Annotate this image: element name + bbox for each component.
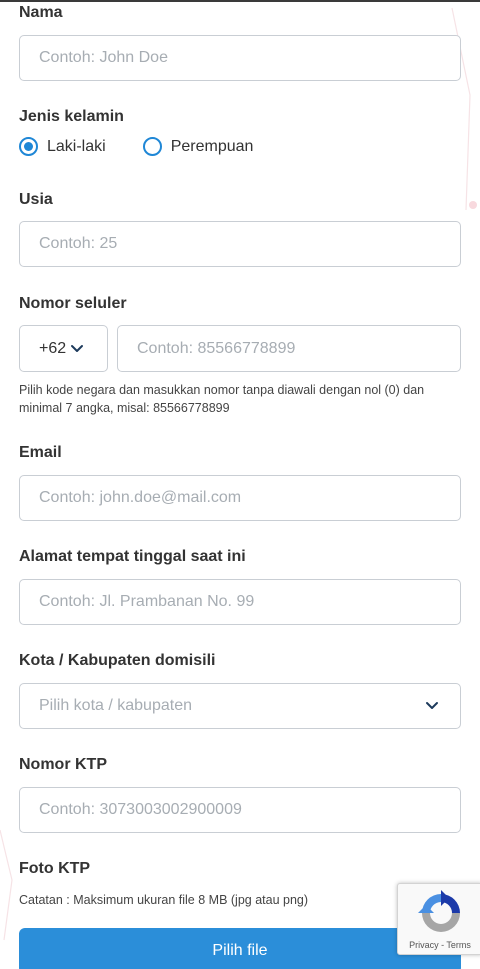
country-code-select[interactable]: +62 (19, 325, 108, 372)
email-input[interactable] (39, 489, 460, 507)
gender-radio-group: Laki-laki Perempuan (19, 137, 290, 156)
name-label: Nama (19, 4, 63, 21)
recaptcha-logo-icon (418, 890, 460, 932)
city-select-placeholder: Pilih kota / kabupaten (39, 697, 192, 714)
name-field[interactable] (19, 35, 461, 81)
phone-input[interactable] (137, 339, 460, 358)
gender-option-male-label: Laki-laki (47, 137, 106, 155)
recaptcha-links[interactable]: Privacy - Terms (398, 940, 480, 950)
top-divider (0, 0, 480, 2)
ktp-number-label: Nomor KTP (19, 756, 107, 773)
email-field[interactable] (19, 475, 461, 521)
country-code-value: +62 (39, 339, 67, 357)
chevron-down-icon (71, 344, 84, 352)
city-label: Kota / Kabupaten domisili (19, 652, 216, 669)
ktp-photo-label: Foto KTP (19, 860, 91, 877)
gender-option-male[interactable]: Laki-laki (19, 137, 106, 156)
address-label: Alamat tempat tinggal saat ini (19, 548, 246, 565)
city-select[interactable]: Pilih kota / kabupaten (19, 683, 461, 729)
address-field[interactable] (19, 579, 461, 625)
ktp-number-field[interactable] (19, 787, 461, 833)
age-field[interactable] (19, 221, 461, 267)
address-input[interactable] (39, 593, 460, 611)
age-label: Usia (19, 191, 53, 208)
radio-unchecked-icon[interactable] (142, 137, 162, 156)
recaptcha-badge[interactable]: Privacy - Terms (397, 883, 480, 955)
ktp-photo-note: Catatan : Maksimum ukuran file 8 MB (jpg… (19, 893, 309, 907)
phone-label: Nomor seluler (19, 295, 127, 312)
phone-help-text: Pilih kode negara dan masukkan nomor tan… (19, 383, 425, 415)
phone-field[interactable] (117, 325, 461, 372)
email-label: Email (19, 444, 62, 461)
gender-label: Jenis kelamin (19, 108, 124, 125)
gender-option-female-label: Perempuan (170, 137, 254, 155)
gender-option-female[interactable]: Perempuan (142, 137, 254, 156)
radio-checked-icon[interactable] (19, 137, 38, 156)
choose-file-button[interactable]: Pilih file (19, 928, 461, 969)
age-input[interactable] (39, 235, 460, 253)
name-input[interactable] (39, 49, 460, 67)
ktp-number-input[interactable] (39, 801, 460, 819)
chevron-down-icon (426, 702, 438, 709)
